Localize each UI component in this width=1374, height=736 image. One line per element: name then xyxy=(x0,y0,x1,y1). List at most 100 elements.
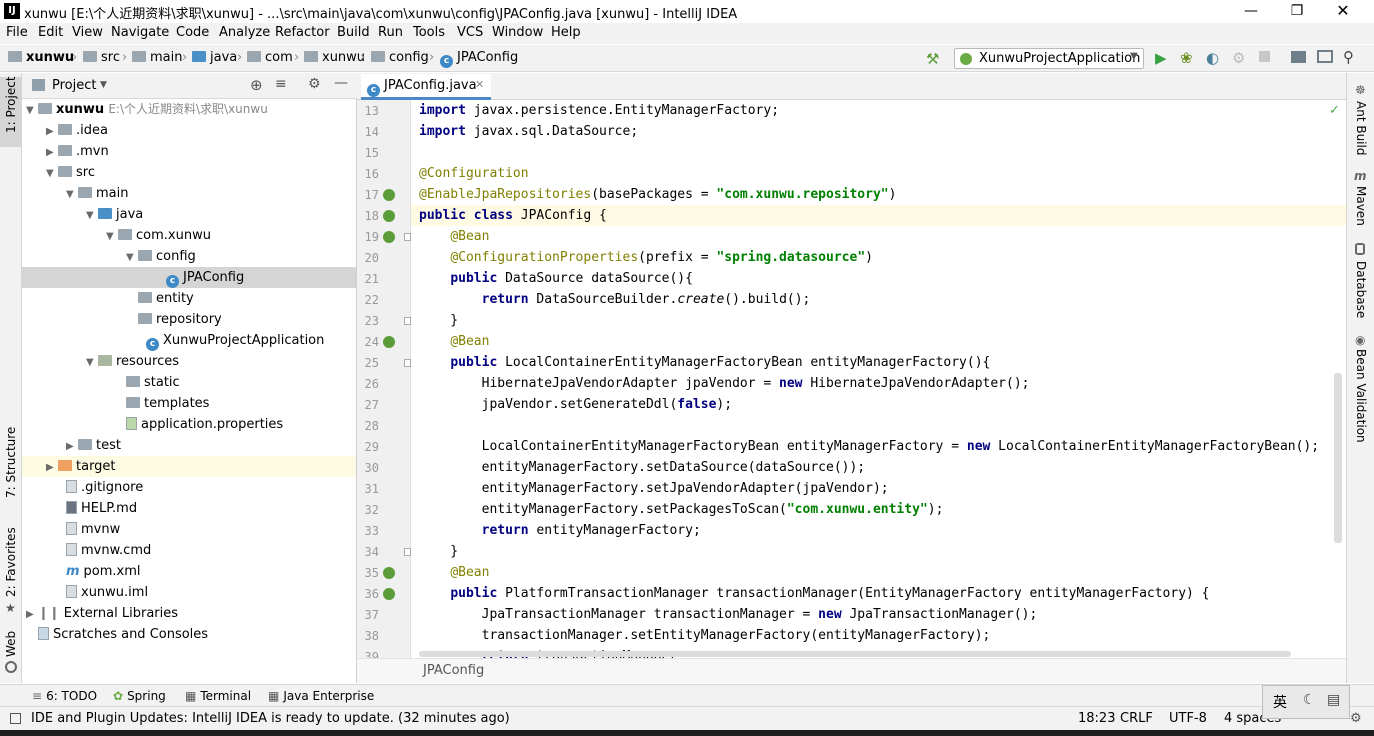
run-config-dropdown[interactable]: XunwuProjectApplication ▼ xyxy=(954,48,1144,69)
tree-node-java[interactable]: ▼ java xyxy=(86,204,143,225)
tree-node-mvnw[interactable]: mvnw xyxy=(66,519,120,540)
tool-maven[interactable]: Maven xyxy=(1354,186,1368,226)
spring-bean-gutter-icon[interactable] xyxy=(383,231,395,243)
breadcrumb-java[interactable]: java xyxy=(192,50,237,65)
tree-node-help-md[interactable]: HELP.md xyxy=(66,498,137,519)
settings-icon[interactable]: ⚙ xyxy=(1350,711,1362,726)
editor-breadcrumb[interactable]: JPAConfig xyxy=(423,663,484,678)
layout-icon[interactable] xyxy=(1317,50,1333,63)
tree-node-target[interactable]: ▶ target xyxy=(46,456,116,477)
horizontal-scrollbar[interactable] xyxy=(419,651,1291,657)
line-separator[interactable]: CRLF xyxy=(1120,711,1153,726)
tree-node-test[interactable]: ▶ test xyxy=(66,435,121,456)
menu-analyze[interactable]: Analyze xyxy=(219,25,270,40)
menu-run[interactable]: Run xyxy=(378,25,403,40)
breadcrumb-com[interactable]: com xyxy=(247,50,293,65)
tree-node-templates[interactable]: templates xyxy=(126,393,209,414)
spring-bean-gutter-icon[interactable] xyxy=(383,588,395,600)
ime-toolbar[interactable]: 英 ☾ ▤ xyxy=(1262,685,1350,719)
locate-icon[interactable]: ⊕ xyxy=(250,76,263,94)
spring-bean-gutter-icon[interactable] xyxy=(383,336,395,348)
tree-node-repository[interactable]: repository xyxy=(138,309,222,330)
debug-icon[interactable]: ❀ xyxy=(1180,49,1193,67)
tool-web[interactable]: Web xyxy=(4,631,18,657)
tree-node-xunwu-iml[interactable]: xunwu.iml xyxy=(66,582,148,603)
spring-bean-gutter-icon[interactable] xyxy=(383,210,395,222)
project-view-selector[interactable]: Project xyxy=(52,78,96,93)
project-structure-icon[interactable] xyxy=(1291,51,1306,63)
menu-refactor[interactable]: Refactor xyxy=(275,25,330,40)
tree-node-gitignore[interactable]: .gitignore xyxy=(66,477,143,498)
tree-node-pom-xml[interactable]: m pom.xml xyxy=(66,561,141,582)
tree-node-idea[interactable]: ▶ .idea xyxy=(46,120,108,141)
inspection-ok-icon[interactable]: ✓ xyxy=(1329,103,1340,118)
menu-file[interactable]: File xyxy=(6,25,28,40)
gear-icon[interactable]: ⚙ xyxy=(308,76,321,92)
tab-spring[interactable]: ✿ Spring xyxy=(113,689,166,703)
menu-help[interactable]: Help xyxy=(551,25,581,40)
status-message[interactable]: IDE and Plugin Updates: IntelliJ IDEA is… xyxy=(31,711,510,726)
tool-windows-icon[interactable] xyxy=(10,713,21,724)
tree-node-application-properties[interactable]: application.properties xyxy=(126,414,283,435)
run-icon[interactable]: ▶ xyxy=(1155,49,1167,67)
restore-button[interactable]: ❐ xyxy=(1274,0,1320,23)
ime-language[interactable]: 英 xyxy=(1273,692,1287,712)
punctuation-icon[interactable]: ▤ xyxy=(1327,692,1340,708)
tree-node-main[interactable]: ▼ main xyxy=(66,183,128,204)
tree-node-jpaconfig[interactable]: c JPAConfig xyxy=(166,267,244,288)
menu-edit[interactable]: Edit xyxy=(38,25,63,40)
fold-marker-icon[interactable] xyxy=(404,233,411,241)
menu-build[interactable]: Build xyxy=(337,25,370,40)
tree-node-entity[interactable]: entity xyxy=(138,288,194,309)
close-tab-icon[interactable]: ✕ xyxy=(475,78,484,91)
menu-tools[interactable]: Tools xyxy=(413,25,445,40)
tool-database[interactable]: Database xyxy=(1354,261,1368,318)
breadcrumb-xunwu[interactable]: xunwu xyxy=(8,50,74,65)
breadcrumb-config[interactable]: config xyxy=(371,50,429,65)
spring-bean-gutter-icon[interactable] xyxy=(383,189,395,201)
tree-node-com-xunwu[interactable]: ▼ com.xunwu xyxy=(106,225,211,246)
coverage-icon[interactable]: ◐ xyxy=(1206,49,1219,67)
tree-node-mvnw-cmd[interactable]: mvnw.cmd xyxy=(66,540,151,561)
hide-panel-icon[interactable]: — xyxy=(334,75,348,91)
search-icon[interactable]: ⚲ xyxy=(1343,48,1354,66)
tab-jpaconfig[interactable]: c JPAConfig.java ✕ xyxy=(361,74,491,100)
breadcrumb-main[interactable]: main xyxy=(132,50,182,65)
menu-window[interactable]: Window xyxy=(492,25,543,40)
menu-code[interactable]: Code xyxy=(176,25,209,40)
code-area[interactable]: import javax.persistence.EntityManagerFa… xyxy=(411,100,1346,658)
breadcrumb-xunwu-pkg[interactable]: xunwu xyxy=(304,50,365,65)
tree-node-src[interactable]: ▼ src xyxy=(46,162,95,183)
spring-bean-gutter-icon[interactable] xyxy=(383,567,395,579)
close-button[interactable]: ✕ xyxy=(1320,0,1366,23)
breadcrumb-src[interactable]: src xyxy=(83,50,120,65)
tab-terminal[interactable]: ▦ Terminal xyxy=(185,689,251,703)
tree-node-xunwuprojectapplication[interactable]: c XunwuProjectApplication xyxy=(146,330,324,351)
tool-project[interactable]: 1: Project xyxy=(4,76,18,133)
file-encoding[interactable]: UTF-8 xyxy=(1169,711,1207,726)
tree-node-resources[interactable]: ▼ resources xyxy=(86,351,179,372)
moon-icon[interactable]: ☾ xyxy=(1303,692,1316,708)
tool-bean-validation[interactable]: Bean Validation xyxy=(1354,349,1368,443)
build-hammer-icon[interactable]: ⚒ xyxy=(926,50,939,68)
breadcrumb-jpaconfig[interactable]: c JPAConfig xyxy=(440,50,518,68)
tab-todo[interactable]: ≡ 6: TODO xyxy=(32,689,97,703)
tree-node-xunwu[interactable]: ▼ xunwu E:\个人近期资料\求职\xunwu xyxy=(26,99,268,120)
tree-node-config[interactable]: ▼ config xyxy=(126,246,196,267)
vertical-scrollbar[interactable] xyxy=(1334,373,1342,543)
fold-marker-icon[interactable] xyxy=(404,317,411,325)
tree-node-mvn[interactable]: ▶ .mvn xyxy=(46,141,109,162)
minimize-button[interactable]: — xyxy=(1228,0,1274,23)
menu-vcs[interactable]: VCS xyxy=(457,25,483,40)
chevron-down-icon[interactable]: ▼ xyxy=(100,80,107,90)
menu-view[interactable]: View xyxy=(72,25,103,40)
tree-node-external-libraries[interactable]: ▶ ❙❙ External Libraries xyxy=(26,603,178,624)
tool-structure[interactable]: 7: Structure xyxy=(4,427,18,498)
menu-navigate[interactable]: Navigate xyxy=(111,25,169,40)
tab-java-enterprise[interactable]: ▦ Java Enterprise xyxy=(268,689,374,703)
tool-favorites[interactable]: 2: Favorites xyxy=(4,527,18,597)
tool-ant-build[interactable]: Ant Build xyxy=(1354,101,1368,155)
fold-marker-icon[interactable] xyxy=(404,548,411,556)
stop-icon[interactable] xyxy=(1259,51,1270,62)
tree-node-scratches[interactable]: Scratches and Consoles xyxy=(38,624,208,645)
